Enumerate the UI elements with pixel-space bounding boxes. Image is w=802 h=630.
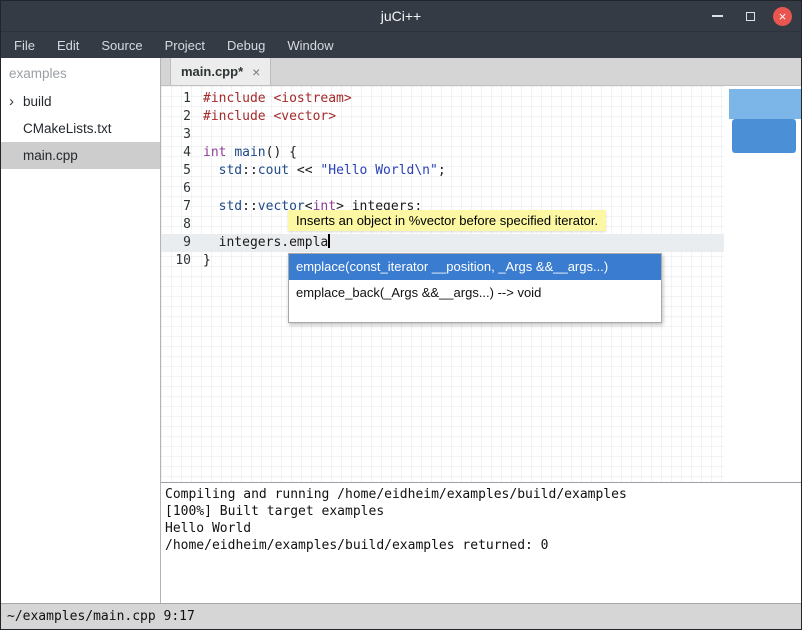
titlebar: juCi++ × xyxy=(1,1,801,31)
line-number: 1 xyxy=(161,90,191,108)
sidebar-item-build[interactable]: › build xyxy=(1,88,160,115)
line-number: 5 xyxy=(161,162,191,180)
menubar: File Edit Source Project Debug Window xyxy=(1,31,801,58)
window-title: juCi++ xyxy=(381,8,421,24)
status-file-position: ~/examples/main.cpp 9:17 xyxy=(7,609,195,624)
statusbar: ~/examples/main.cpp 9:17 xyxy=(1,603,801,629)
tree-item-label: build xyxy=(23,94,52,109)
minimize-icon xyxy=(712,15,723,17)
code-line: 6 xyxy=(161,180,724,198)
code-line: 3 xyxy=(161,126,724,144)
tabbar: main.cpp* × xyxy=(161,58,801,86)
scroll-overview-region xyxy=(729,89,801,119)
menu-item-edit[interactable]: Edit xyxy=(46,32,90,58)
code-line: 5 std::cout << "Hello World\n"; xyxy=(161,162,724,180)
line-number: 4 xyxy=(161,144,191,162)
output-line: /home/eidheim/examples/build/examples re… xyxy=(165,537,797,554)
close-button[interactable]: × xyxy=(773,7,792,26)
code-line: 1 #include <iostream> xyxy=(161,90,724,108)
close-icon: × xyxy=(779,10,787,23)
menu-item-project[interactable]: Project xyxy=(154,32,216,58)
window-controls: × xyxy=(707,6,792,26)
output-line: Hello World xyxy=(165,520,797,537)
output-line: [100%] Built target examples xyxy=(165,503,797,520)
menu-item-debug[interactable]: Debug xyxy=(216,32,276,58)
file-tree-sidebar: examples › build CMakeLists.txt main.cpp xyxy=(1,58,161,603)
sidebar-item-main-cpp[interactable]: main.cpp xyxy=(1,142,160,169)
menu-item-window[interactable]: Window xyxy=(276,32,344,58)
close-icon[interactable]: × xyxy=(252,64,260,80)
completion-item-emplace[interactable]: emplace(const_iterator __position, _Args… xyxy=(289,254,661,280)
output-line: Compiling and running /home/eidheim/exam… xyxy=(165,486,797,503)
line-number: 9 xyxy=(161,234,191,252)
chevron-right-icon[interactable]: › xyxy=(9,94,23,109)
sidebar-item-cmakelists[interactable]: CMakeLists.txt xyxy=(1,115,160,142)
completion-item-emplace-back[interactable]: emplace_back(_Args &&__args...) --> void xyxy=(289,280,661,306)
line-number: 2 xyxy=(161,108,191,126)
app-window: juCi++ × File Edit Source Project Debug … xyxy=(0,0,802,630)
text-cursor xyxy=(328,234,330,248)
menu-item-file[interactable]: File xyxy=(3,32,46,58)
scroll-overview-handle[interactable] xyxy=(732,119,796,153)
code-line-current: 9 integers.empla xyxy=(161,234,724,252)
doc-tooltip: Inserts an object in %vector before spec… xyxy=(288,210,606,231)
sidebar-header: examples xyxy=(1,58,160,88)
menu-item-source[interactable]: Source xyxy=(90,32,153,58)
output-panel[interactable]: Compiling and running /home/eidheim/exam… xyxy=(161,482,801,603)
code-line: 4 int main() { xyxy=(161,144,724,162)
line-number: 7 xyxy=(161,198,191,216)
line-number: 3 xyxy=(161,126,191,144)
restore-icon xyxy=(746,12,755,21)
line-number: 6 xyxy=(161,180,191,198)
code-line: 2 #include <vector> xyxy=(161,108,724,126)
autocomplete-popup: emplace(const_iterator __position, _Args… xyxy=(288,253,662,323)
code-editor[interactable]: 1 #include <iostream> 2 #include <vector… xyxy=(161,86,801,482)
tree-item-label: CMakeLists.txt xyxy=(23,121,112,136)
tab-main-cpp[interactable]: main.cpp* × xyxy=(170,58,271,85)
restore-button[interactable] xyxy=(740,6,760,26)
tree-item-label: main.cpp xyxy=(23,148,78,163)
minimize-button[interactable] xyxy=(707,6,727,26)
line-number: 8 xyxy=(161,216,191,234)
tab-label: main.cpp* xyxy=(181,64,243,79)
line-number: 10 xyxy=(161,252,191,270)
